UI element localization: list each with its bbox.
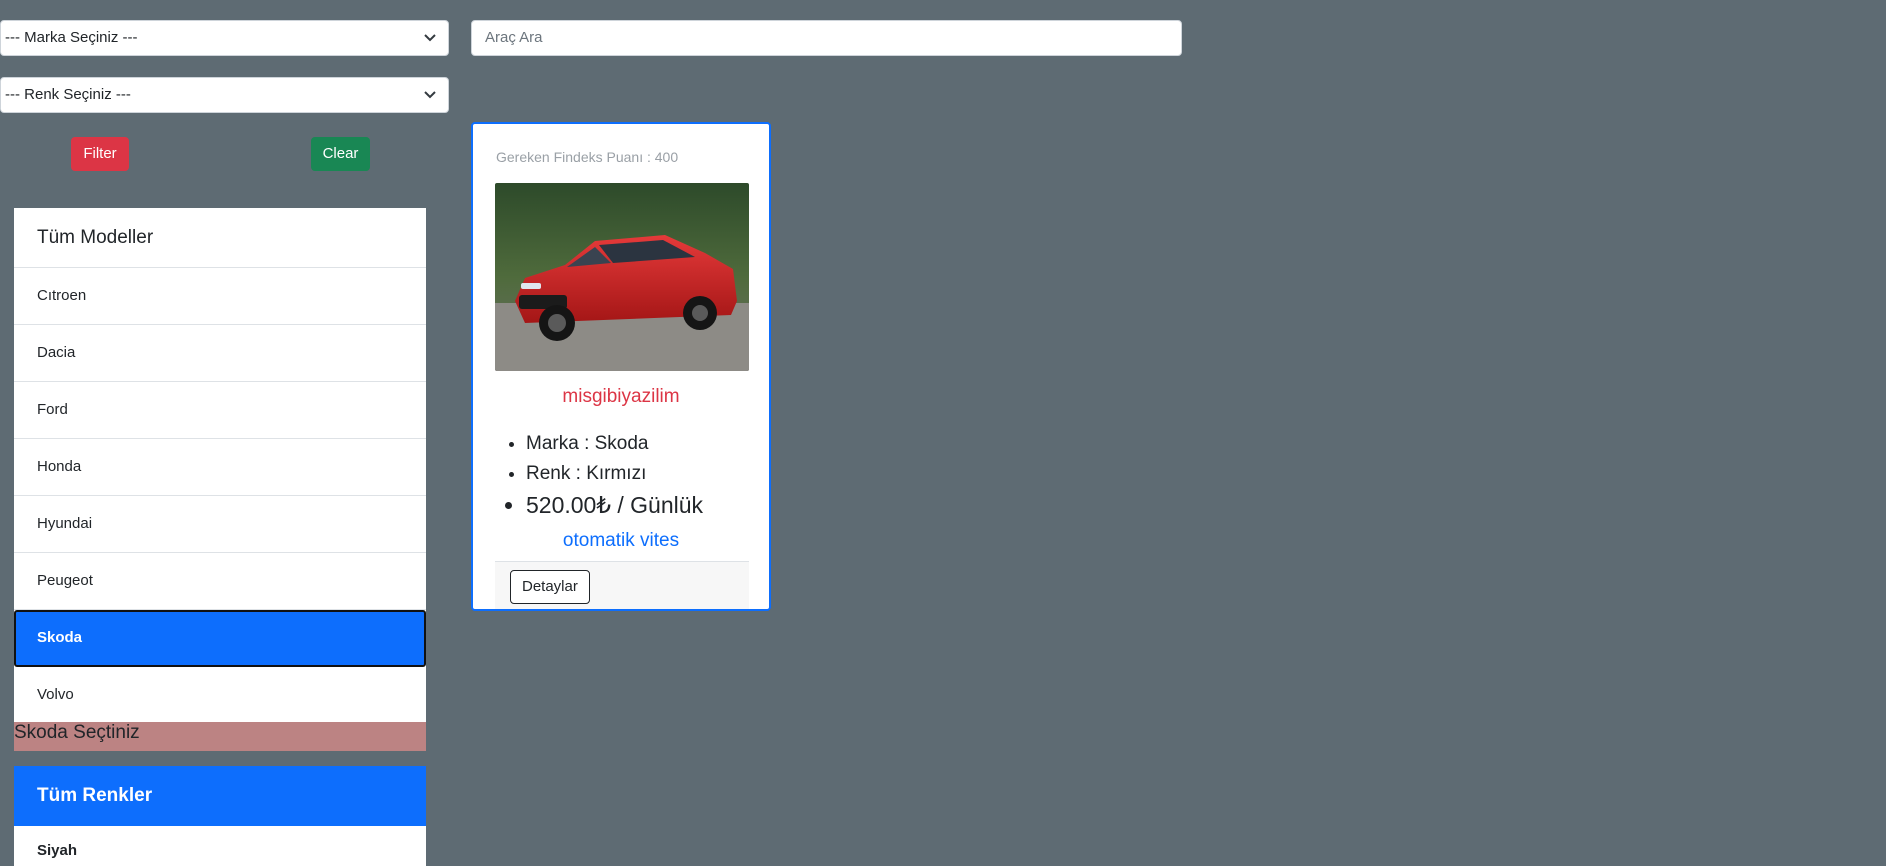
car-price: 520.00₺ / Günlük: [526, 489, 703, 522]
card-footer: Detaylar: [495, 561, 749, 609]
selected-model-message: Skoda Seçtiniz: [14, 722, 426, 751]
model-item-volvo[interactable]: Volvo: [14, 667, 426, 724]
brand-select-value: --- Marka Seçiniz ---: [5, 29, 138, 46]
search-placeholder: Araç Ara: [485, 29, 543, 46]
car-color: Renk : Kırmızı: [526, 459, 703, 489]
chevron-down-icon: [424, 21, 436, 55]
color-item-siyah[interactable]: Siyah: [14, 826, 426, 866]
model-item-ford[interactable]: Ford: [14, 382, 426, 439]
findeks-score: Gereken Findeks Puanı : 400: [496, 149, 679, 165]
car-brand: Marka : Skoda: [526, 429, 703, 459]
model-list: Tüm Modeller Cıtroen Dacia Ford Honda Hy…: [14, 208, 426, 724]
clear-button[interactable]: Clear: [311, 137, 370, 171]
model-item-peugeot[interactable]: Peugeot: [14, 553, 426, 610]
filter-button[interactable]: Filter: [71, 137, 129, 171]
card-title: misgibiyazilim: [562, 386, 680, 407]
brand-select[interactable]: --- Marka Seçiniz ---: [0, 20, 449, 56]
model-item-skoda[interactable]: Skoda: [14, 610, 426, 667]
search-input[interactable]: Araç Ara: [471, 20, 1182, 56]
chevron-down-icon: [424, 78, 436, 112]
model-item-dacia[interactable]: Dacia: [14, 325, 426, 382]
car-card: Gereken Findeks Puanı : 400 misgibiyazil…: [471, 122, 771, 611]
car-gear: otomatik vites: [562, 530, 680, 551]
color-select[interactable]: --- Renk Seçiniz ---: [0, 77, 449, 113]
model-item-hyundai[interactable]: Hyundai: [14, 496, 426, 553]
model-item-citroen[interactable]: Cıtroen: [14, 268, 426, 325]
color-list-header[interactable]: Tüm Renkler: [14, 766, 426, 826]
model-item-honda[interactable]: Honda: [14, 439, 426, 496]
color-list: Tüm Renkler Siyah: [14, 766, 426, 866]
details-button[interactable]: Detaylar: [510, 570, 590, 604]
car-info-list: Marka : Skoda Renk : Kırmızı 520.00₺ / G…: [501, 429, 703, 522]
color-select-value: --- Renk Seçiniz ---: [5, 86, 131, 103]
car-image: [495, 183, 749, 371]
model-list-header[interactable]: Tüm Modeller: [14, 208, 426, 268]
